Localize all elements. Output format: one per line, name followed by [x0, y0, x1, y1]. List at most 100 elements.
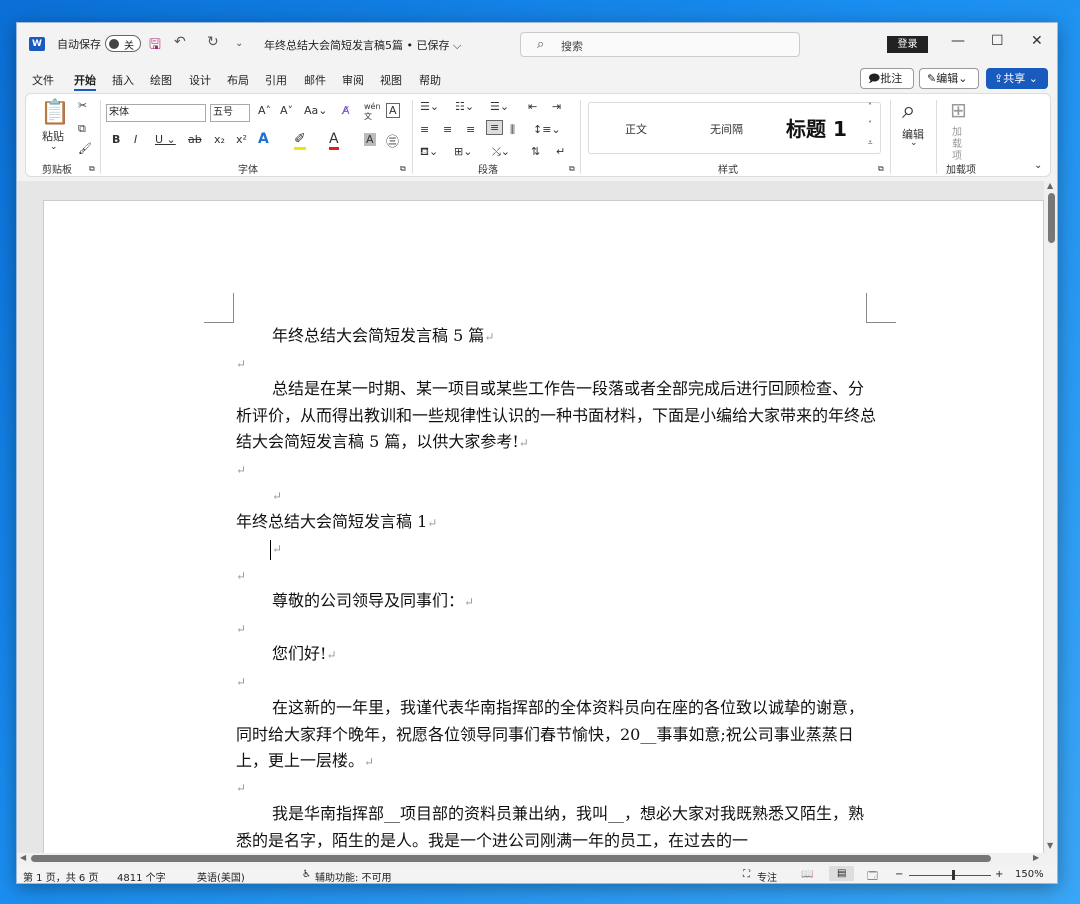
- word-count[interactable]: 4811 个字: [117, 869, 166, 883]
- grow-font-icon[interactable]: A˄: [258, 104, 271, 117]
- cut-icon[interactable]: ✂: [78, 99, 87, 112]
- subheading-paragraph[interactable]: 年终总结大会简短发言稿 1↵: [236, 509, 876, 537]
- hello-paragraph[interactable]: 您们好!↵: [236, 641, 876, 669]
- empty-paragraph[interactable]: ↵: [236, 562, 876, 590]
- decrease-indent-icon[interactable]: ⇤: [528, 100, 537, 113]
- show-marks-icon[interactable]: ↵: [556, 145, 565, 158]
- close-icon[interactable]: ✕: [1031, 33, 1043, 49]
- align-right-icon[interactable]: ≡: [466, 123, 475, 136]
- char-shading-icon[interactable]: A: [364, 133, 376, 146]
- empty-paragraph[interactable]: ↵: [236, 456, 876, 484]
- chinese-layout-icon[interactable]: ⤯⌄: [492, 145, 510, 159]
- italic-icon[interactable]: I: [134, 133, 137, 146]
- read-mode-icon[interactable]: 📖: [801, 869, 813, 880]
- scroll-left-icon[interactable]: ◀: [20, 853, 26, 862]
- strikethrough-icon[interactable]: ab: [188, 133, 202, 146]
- page-count[interactable]: 第 1 页，共 6 页: [23, 869, 98, 883]
- empty-paragraph[interactable]: ↵: [236, 482, 876, 510]
- body-paragraph[interactable]: 在这新的一年里，我谨代表华南指挥部的全体资料员向在座的各位致以诚挚的谢意，同时给…: [236, 695, 876, 776]
- empty-paragraph[interactable]: ↵: [236, 535, 876, 563]
- document-title[interactable]: 年终总结大会简短发言稿5篇 • 已保存 ⌵: [264, 37, 461, 53]
- format-painter-icon[interactable]: 🖌: [78, 142, 92, 155]
- empty-paragraph[interactable]: ↵: [236, 350, 876, 378]
- web-layout-icon[interactable]: 🗔: [867, 869, 878, 883]
- editing-dropdown-icon[interactable]: ⌄: [910, 138, 918, 148]
- maximize-icon[interactable]: ☐: [991, 33, 1004, 49]
- font-name-box[interactable]: 宋体: [106, 104, 206, 122]
- zoom-in-icon[interactable]: +: [995, 869, 1003, 880]
- accessibility-status[interactable]: 辅助功能: 不可用: [315, 869, 392, 883]
- gallery-down-icon[interactable]: ˅: [868, 120, 872, 129]
- styles-dialog-launcher-icon[interactable]: ⧉: [878, 164, 884, 174]
- undo-icon[interactable]: ↶: [174, 34, 186, 50]
- dialog-launcher-icon[interactable]: ⧉: [89, 164, 95, 174]
- search-box[interactable]: ⌕ 搜索: [520, 32, 800, 57]
- justify-icon[interactable]: ≡: [486, 120, 504, 135]
- sort-icon[interactable]: ⇅: [531, 145, 540, 158]
- tab-mailings[interactable]: 邮件: [304, 72, 326, 88]
- style-no-spacing[interactable]: 无间隔: [710, 121, 743, 137]
- empty-paragraph[interactable]: ↵: [236, 774, 876, 802]
- tab-home[interactable]: 开始: [74, 72, 96, 91]
- align-center-icon[interactable]: ≡: [443, 123, 452, 136]
- save-icon[interactable]: 🖫: [149, 34, 161, 58]
- autosave-toggle[interactable]: 关: [105, 35, 141, 52]
- text-effects-icon[interactable]: A: [258, 131, 269, 147]
- shading-icon[interactable]: ⛾⌄: [420, 145, 438, 160]
- tab-insert[interactable]: 插入: [112, 72, 134, 88]
- font-color-icon[interactable]: A: [329, 131, 339, 150]
- increase-indent-icon[interactable]: ⇥: [552, 100, 561, 113]
- tab-design[interactable]: 设计: [189, 72, 211, 88]
- print-layout-icon[interactable]: ▤: [829, 866, 855, 881]
- phonetic-guide-icon[interactable]: wén 文: [364, 102, 381, 122]
- shrink-font-icon[interactable]: A˅: [280, 104, 293, 117]
- login-button[interactable]: 登录: [887, 36, 928, 53]
- addins-button-label[interactable]: 加载项: [952, 127, 966, 163]
- zoom-out-icon[interactable]: −: [895, 869, 903, 880]
- font-dialog-launcher-icon[interactable]: ⧉: [400, 164, 406, 174]
- doc-title-paragraph[interactable]: 年终总结大会简短发言稿 5 篇↵: [236, 323, 876, 351]
- scroll-up-icon[interactable]: ▲: [1047, 181, 1053, 190]
- scroll-down-icon[interactable]: ▼: [1047, 841, 1053, 850]
- paragraph-dialog-launcher-icon[interactable]: ⧉: [569, 164, 575, 174]
- underline-icon[interactable]: U ⌄: [155, 133, 176, 146]
- tab-references[interactable]: 引用: [265, 72, 287, 88]
- horizontal-scrollbar[interactable]: ◀ ▶: [17, 853, 1057, 865]
- intro-paragraph[interactable]: 总结是在某一时期、某一项目或某些工作告一段落或者全部完成后进行回顾检查、分析评价…: [236, 376, 876, 457]
- h-scroll-thumb[interactable]: [31, 855, 991, 862]
- customize-qat-icon[interactable]: ⌄: [235, 38, 243, 49]
- tab-view[interactable]: 视图: [380, 72, 402, 88]
- minimize-icon[interactable]: —: [951, 33, 965, 49]
- comments-button[interactable]: 🗩批注: [860, 68, 914, 89]
- style-normal[interactable]: 正文: [625, 121, 647, 137]
- numbering-icon[interactable]: ☷⌄: [455, 100, 474, 113]
- empty-paragraph[interactable]: ↵: [236, 668, 876, 696]
- tab-review[interactable]: 审阅: [342, 72, 364, 88]
- zoom-slider-thumb[interactable]: [952, 870, 955, 880]
- find-magnifier-icon[interactable]: ⌕: [902, 96, 915, 124]
- zoom-level[interactable]: 150%: [1015, 869, 1044, 880]
- tab-help[interactable]: 帮助: [419, 72, 441, 88]
- collapse-ribbon-icon[interactable]: ⌄: [1034, 160, 1042, 171]
- align-left-icon[interactable]: ≡: [420, 123, 429, 136]
- clear-format-icon[interactable]: A̸: [342, 104, 350, 117]
- language-indicator[interactable]: 英语(美国): [197, 869, 245, 883]
- body-paragraph[interactable]: 我是华南指挥部__项目部的资料员兼出纳，我叫__，想必大家对我既熟悉又陌生，熟悉…: [236, 801, 876, 853]
- distributed-icon[interactable]: ⫼: [510, 123, 515, 137]
- share-button[interactable]: ⇪共享 ⌄: [986, 68, 1048, 89]
- subscript-icon[interactable]: x₂: [214, 133, 225, 146]
- superscript-icon[interactable]: x²: [236, 133, 247, 146]
- tab-file[interactable]: 文件: [32, 72, 54, 88]
- empty-paragraph[interactable]: ↵: [236, 615, 876, 643]
- bullets-icon[interactable]: ☰⌄: [420, 100, 439, 113]
- bold-icon[interactable]: B: [112, 133, 120, 146]
- enclose-char-icon[interactable]: ㊂: [386, 131, 399, 150]
- tab-layout[interactable]: 布局: [227, 72, 249, 88]
- paste-dropdown-icon[interactable]: ⌄: [50, 142, 58, 152]
- word-logo-icon[interactable]: W: [29, 37, 45, 51]
- focus-mode-button[interactable]: 专注: [757, 869, 777, 883]
- borders-icon[interactable]: ⊞⌄: [454, 145, 472, 158]
- redo-icon[interactable]: ↻: [207, 34, 219, 50]
- addins-icon[interactable]: ⊞: [950, 98, 967, 122]
- zoom-slider[interactable]: [909, 875, 991, 876]
